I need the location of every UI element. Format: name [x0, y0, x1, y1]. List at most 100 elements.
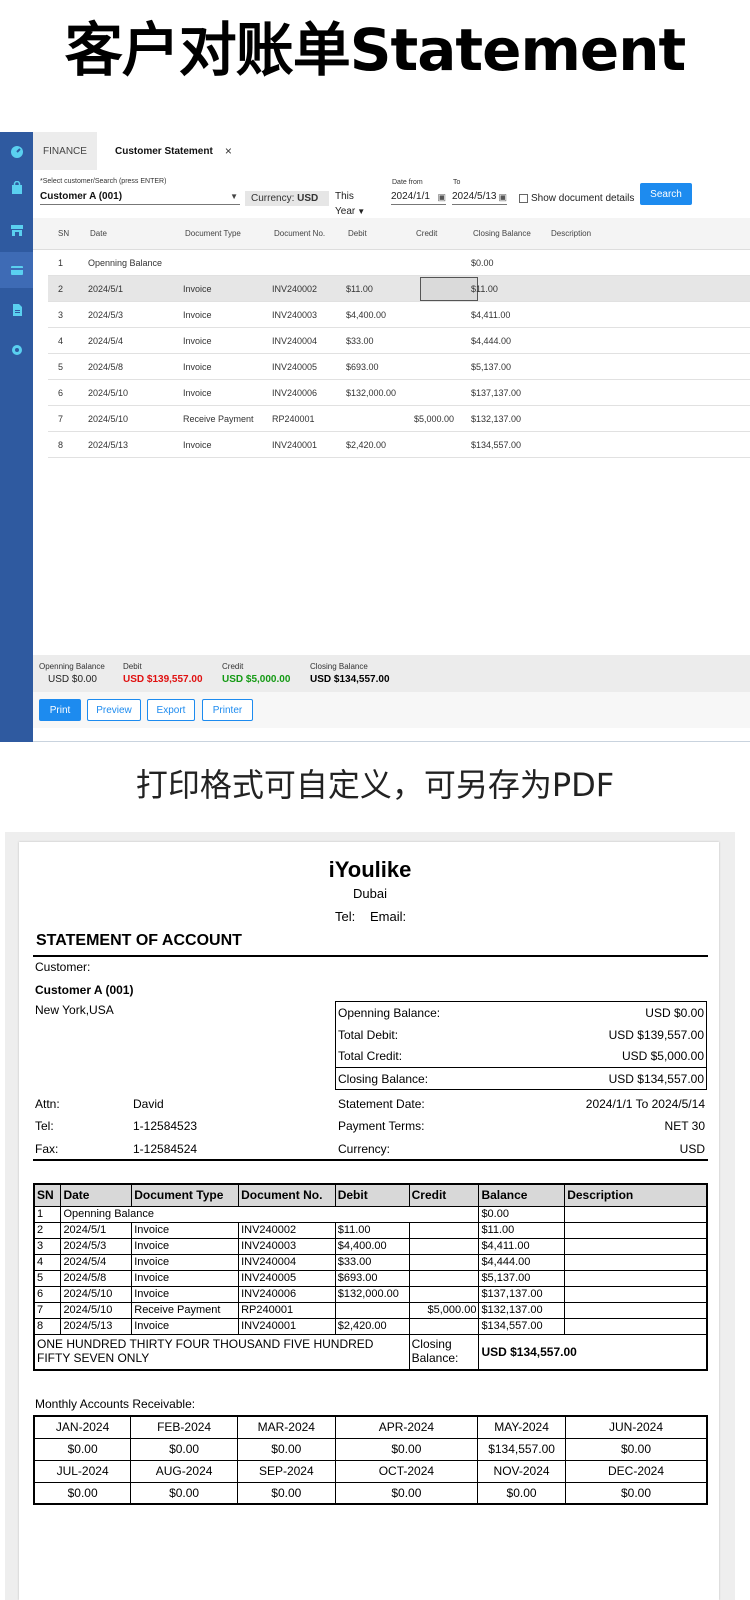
table-row[interactable]: 6 2024/5/10 Invoice INV240006 $132,000.00 $13… — [48, 380, 750, 406]
table-row[interactable]: 3 2024/5/3 Invoice INV240003 $4,400.00 $4,411… — [48, 302, 750, 328]
table-cell: $4,400.00 — [346, 310, 387, 320]
card-icon[interactable] — [0, 252, 33, 288]
preview-button[interactable]: Preview — [87, 699, 141, 721]
print-table-row: 3 2024/5/3 Invoice INV240003 $4,400.00 $4,411… — [33, 1237, 708, 1255]
print-cell: $4,444.00 — [478, 1253, 566, 1271]
date-from-input[interactable]: 2024/1/1 ▣ — [391, 189, 446, 205]
table-row[interactable]: 7 2024/5/10 Receive Payment RP240001 $5,000.… — [48, 406, 750, 432]
column-header-document-no[interactable]: Document No. — [274, 218, 325, 250]
print-cell: 2024/5/1 — [60, 1221, 133, 1239]
close-icon[interactable]: × — [225, 144, 232, 158]
print-cell — [564, 1237, 708, 1255]
closing-balance-label: Closing Balance — [310, 662, 368, 671]
print-cell: INV240004 — [238, 1253, 336, 1271]
print-cell: 2024/5/3 — [60, 1237, 133, 1255]
grid-header: SN Date Document Type Document No. Debit… — [33, 218, 750, 250]
balance-label: Openning Balance: — [338, 1005, 441, 1020]
print-cell: 1 — [33, 1205, 62, 1223]
month-value: $0.00 — [236, 1437, 336, 1461]
table-row[interactable]: 8 2024/5/13 Invoice INV240001 $2,420.00 $134,… — [48, 432, 750, 458]
customer-select[interactable]: Customer A (001) ▼ — [40, 189, 240, 205]
tab-customer-statement[interactable]: Customer Statement × — [97, 132, 237, 170]
table-cell: 5 — [58, 362, 64, 372]
tel-label: Tel: — [35, 1119, 54, 1133]
dashboard-icon[interactable] — [0, 134, 33, 170]
column-header-debit[interactable]: Debit — [348, 218, 367, 250]
store-icon[interactable] — [0, 212, 33, 248]
table-cell: 1 — [58, 258, 64, 268]
calendar-icon[interactable]: ▣ — [437, 190, 446, 205]
monthly-ar-table: JAN-2024 FEB-2024 MAR-2024 APR-2024 MAY-2024… — [33, 1415, 708, 1505]
table-cell: Invoice — [183, 284, 212, 294]
period-select-value: This Year — [335, 191, 356, 217]
print-cell — [564, 1317, 708, 1335]
table-cell: $0.00 — [471, 258, 494, 268]
print-cell: Invoice — [131, 1221, 240, 1239]
table-cell: 8 — [58, 440, 64, 450]
table-row[interactable]: 1 Openning Balance $0.00 — [48, 250, 750, 276]
print-cell: 3 — [33, 1237, 62, 1255]
print-column-header: SN — [33, 1183, 62, 1207]
table-cell: 3 — [58, 310, 64, 320]
print-cell: Receive Payment — [131, 1301, 240, 1319]
print-cell — [564, 1301, 708, 1319]
table-row[interactable]: 4 2024/5/4 Invoice INV240004 $33.00 $4,444.00 — [48, 328, 750, 354]
customer-select-value: Customer A (001) — [40, 191, 123, 202]
balance-row: Total Credit: USD $5,000.00 — [336, 1046, 707, 1068]
print-table-row: 7 2024/5/10 Receive Payment RP240001 $5,000.… — [33, 1301, 708, 1319]
column-header-closing-balance[interactable]: Closing Balance — [473, 218, 531, 250]
print-button[interactable]: Print — [39, 699, 81, 721]
settings-icon[interactable] — [0, 332, 33, 368]
tab-bar: FINANCE Customer Statement × — [33, 132, 750, 170]
checkbox-box[interactable] — [519, 194, 528, 203]
print-cell: $132,000.00 — [334, 1285, 410, 1303]
document-icon[interactable] — [0, 292, 33, 328]
chevron-down-icon: ▼ — [230, 192, 238, 201]
print-cell: 2024/5/13 — [60, 1317, 133, 1335]
tab-customer-statement-label: Customer Statement — [115, 145, 213, 157]
export-button[interactable]: Export — [147, 699, 195, 721]
print-cell: $11.00 — [334, 1221, 410, 1239]
table-cell: $137,137.00 — [471, 388, 522, 398]
table-row[interactable]: 5 2024/5/8 Invoice INV240005 $693.00 $5,137.0… — [48, 354, 750, 380]
table-cell: $132,000.00 — [346, 388, 397, 398]
page-headline: 客户对账单Statement — [64, 16, 687, 84]
monthly-row: JUL-2024 AUG-2024 SEP-2024 OCT-2024 NOV-2024… — [33, 1459, 708, 1483]
search-button[interactable]: Search — [640, 183, 692, 205]
table-cell: INV240003 — [272, 310, 318, 320]
print-cell: INV240006 — [238, 1285, 336, 1303]
table-row[interactable]: 2 2024/5/1 Invoice INV240002 $11.00 $11.00 — [48, 276, 750, 302]
month-value: $0.00 — [565, 1437, 708, 1461]
opening-balance-value: USD $0.00 — [48, 674, 97, 685]
month-label: MAR-2024 — [236, 1415, 336, 1439]
monthly-row: $0.00 $0.00 $0.00 $0.00 $134,557.00 $0.00 — [33, 1437, 708, 1461]
column-header-document-type[interactable]: Document Type — [185, 218, 241, 250]
column-header-description[interactable]: Description — [551, 218, 591, 250]
print-cell: 2024/5/10 — [60, 1301, 133, 1319]
customer-address: New York,USA — [35, 1003, 114, 1017]
print-table-row: 8 2024/5/13 Invoice INV240001 $2,420.00 $134,… — [33, 1317, 708, 1335]
shopping-bag-icon[interactable] — [0, 170, 33, 206]
focused-cell[interactable] — [420, 277, 478, 301]
debit-total-value: USD $139,557.00 — [123, 674, 203, 685]
print-column-header: Document Type — [131, 1183, 240, 1207]
section-caption: 打印格式可自定义，可另存为PDF — [135, 766, 615, 804]
period-select[interactable]: This Year ▼ — [335, 189, 385, 217]
table-cell: 7 — [58, 414, 64, 424]
print-cell: 2024/5/10 — [60, 1285, 133, 1303]
print-column-header: Date — [60, 1183, 133, 1207]
currency-print-value: USD — [679, 1142, 705, 1156]
table-cell: Invoice — [183, 310, 212, 320]
show-details-checkbox[interactable]: Show document details — [519, 193, 634, 204]
column-header-date[interactable]: Date — [90, 218, 107, 250]
column-header-credit[interactable]: Credit — [416, 218, 437, 250]
print-cell: $0.00 — [478, 1205, 566, 1223]
column-header-sn[interactable]: SN — [58, 218, 69, 250]
print-cell: $5,137.00 — [478, 1269, 566, 1287]
tab-finance[interactable]: FINANCE — [33, 132, 97, 170]
calendar-icon[interactable]: ▣ — [498, 190, 507, 205]
print-cell: $4,411.00 — [478, 1237, 566, 1255]
month-value: $0.00 — [334, 1437, 479, 1461]
date-to-input[interactable]: 2024/5/13 ▣ — [452, 189, 507, 205]
printer-button[interactable]: Printer — [202, 699, 253, 721]
